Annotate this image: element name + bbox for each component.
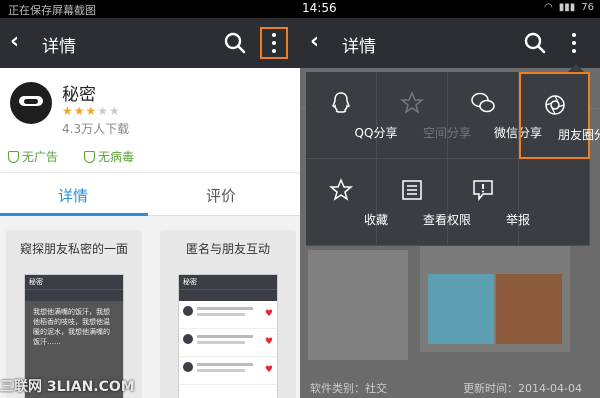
screenshot-title: 匿名与朋友互动 xyxy=(185,242,270,256)
screenshot-card xyxy=(308,250,408,360)
app-name: 秘密 xyxy=(62,85,96,105)
search-icon[interactable] xyxy=(522,30,548,56)
report-icon xyxy=(473,180,493,202)
menu-empty-cell xyxy=(519,159,590,246)
menu-item-report[interactable]: 举报 xyxy=(448,159,530,246)
screenshot-card[interactable]: 匿名与朋友互动 秘密 ♥ ♥ ♥ xyxy=(160,230,296,398)
menu-item-qzone-share[interactable]: 空间分享 xyxy=(377,72,471,159)
menu-item-qq-share[interactable]: QQ分享 xyxy=(306,72,397,159)
download-count: 4.3万人下载 xyxy=(62,122,130,136)
menu-item-moments-share[interactable]: 朋友圈分享 xyxy=(519,72,600,159)
shield-icon xyxy=(8,150,19,163)
menu-item-wechat-share[interactable]: 微信分享 xyxy=(448,72,542,159)
star-icon xyxy=(328,178,354,201)
status-text: 正在保存屏幕截图 xyxy=(8,4,96,17)
clock: 14:56 xyxy=(302,1,337,15)
category-text: 软件类别：社交 xyxy=(310,382,387,395)
left-screen: 正在保存屏幕截图 ‹ 详情 秘密 ★★★★★ 4.3万人下载 无广告 无病毒 详… xyxy=(0,0,300,398)
tab-details[interactable]: 详情 xyxy=(58,185,88,206)
search-icon[interactable] xyxy=(222,30,248,56)
status-bar: 14:56 ◠ ▮▮▮ 76 xyxy=(300,0,600,18)
tab-indicator xyxy=(0,213,148,216)
screenshot-title: 窥探朋友私密的一面 xyxy=(19,242,128,256)
wechat-icon xyxy=(471,92,495,113)
battery-level: 76 xyxy=(581,2,594,13)
no-ads-badge: 无广告 xyxy=(8,148,58,165)
menu-item-favorite[interactable]: 收藏 xyxy=(306,159,388,246)
more-menu-icon[interactable] xyxy=(560,27,588,59)
app-meta: 软件类别：社交 更新时间：2014-04-04 xyxy=(300,376,600,398)
back-icon[interactable]: ‹ xyxy=(310,29,319,54)
screenshot-gallery: 窥探朋友私密的一面 秘密 我想他满嘴的饭汗，我想他稻香的吱吱，我想他温暖的泥水，… xyxy=(0,222,300,398)
wifi-icon: ◠ xyxy=(544,2,553,13)
share-menu: QQ分享 空间分享 微信分享 朋友圈分享 xyxy=(306,72,600,246)
app-bar: ‹ 详情 xyxy=(0,18,300,68)
more-menu-icon[interactable] xyxy=(260,27,288,59)
list-icon xyxy=(402,180,422,200)
page-title: 详情 xyxy=(342,37,376,57)
watermark: 三联网 3LIAN.COM xyxy=(0,379,135,395)
app-logo xyxy=(10,82,52,124)
qzone-icon xyxy=(399,91,425,114)
tab-bar: 详情 评价 xyxy=(0,172,300,216)
app-info: 秘密 ★★★★★ 4.3万人下载 无广告 无病毒 xyxy=(0,68,300,172)
rating-stars: ★★★★★ xyxy=(62,104,121,118)
illustration xyxy=(428,274,494,344)
illustration xyxy=(496,274,562,344)
shield-icon xyxy=(84,150,95,163)
phone-preview: 秘密 ♥ ♥ ♥ xyxy=(178,274,278,398)
screenshot-card xyxy=(420,232,570,352)
page-title: 详情 xyxy=(42,37,76,57)
qq-icon xyxy=(332,92,350,113)
update-date-text: 更新时间：2014-04-04 xyxy=(463,382,582,395)
moments-icon xyxy=(544,95,565,115)
app-bar: ‹ 详情 xyxy=(300,18,600,68)
back-icon[interactable]: ‹ xyxy=(10,29,19,54)
tab-reviews[interactable]: 评价 xyxy=(206,185,236,206)
menu-pointer xyxy=(568,64,584,72)
right-screen: 14:56 ◠ ▮▮▮ 76 ‹ 详情 QQ分享 空间分享 微信分享 朋友圈分 … xyxy=(300,0,600,398)
menu-item-permissions[interactable]: 查看权限 xyxy=(377,159,471,246)
no-virus-badge: 无病毒 xyxy=(84,148,134,165)
signal-icon: ▮▮▮ xyxy=(558,2,576,13)
status-bar: 正在保存屏幕截图 xyxy=(0,0,300,18)
screenshot-card[interactable]: 窥探朋友私密的一面 秘密 我想他满嘴的饭汗，我想他稻香的吱吱，我想他温暖的泥水，… xyxy=(6,230,142,398)
